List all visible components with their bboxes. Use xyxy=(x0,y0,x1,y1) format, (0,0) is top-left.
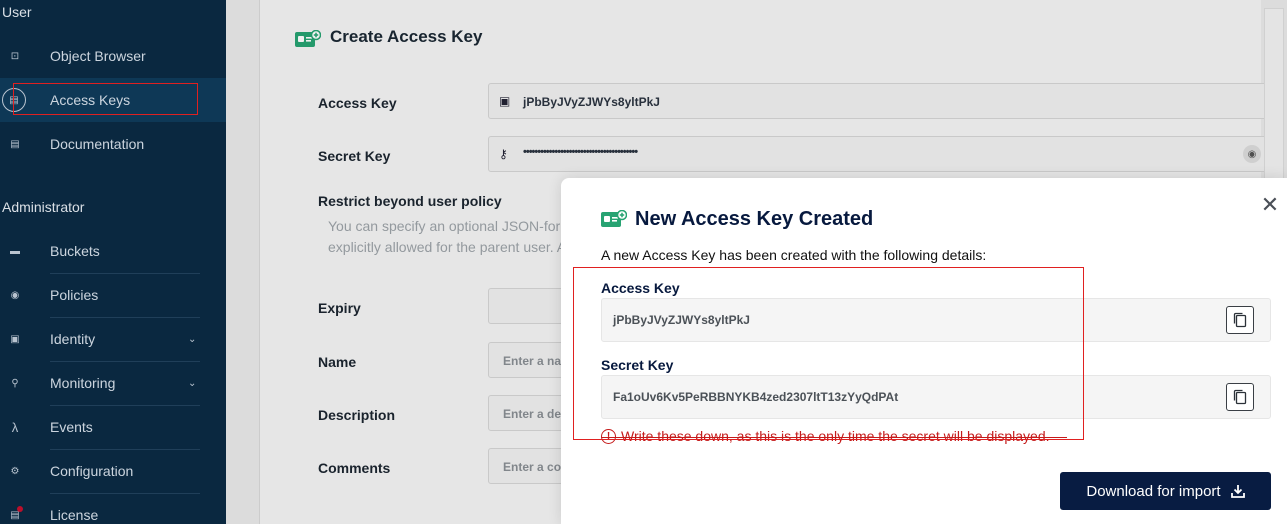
close-icon[interactable]: ✕ xyxy=(1259,194,1281,216)
copy-icon xyxy=(1233,312,1247,328)
access-key-value[interactable]: jPbByJVyZJWYs8yltPkJ xyxy=(613,313,750,327)
access-key-label: Access Key xyxy=(601,280,680,296)
warning-message: ! Write these down, as this is the only … xyxy=(601,428,1050,444)
copy-access-key-button[interactable] xyxy=(1226,306,1254,334)
access-key-icon xyxy=(601,210,627,227)
secret-key-value[interactable]: Fa1oUv6Kv5PeRBBNYKB4zed2307ltT13zYyQdPAt xyxy=(613,390,898,404)
download-label: Download for import xyxy=(1086,482,1221,500)
new-access-key-modal: New Access Key Created ✕ A new Access Ke… xyxy=(561,178,1287,524)
warning-icon: ! xyxy=(601,428,616,444)
modal-description: A new Access Key has been created with t… xyxy=(601,247,987,263)
strikethrough-line xyxy=(601,437,1067,438)
download-icon xyxy=(1230,485,1245,498)
secret-key-label: Secret Key xyxy=(601,357,674,373)
warning-text: Write these down, as this is the only ti… xyxy=(621,428,1050,444)
secret-key-box: Fa1oUv6Kv5PeRBBNYKB4zed2307ltT13zYyQdPAt xyxy=(601,375,1271,419)
copy-icon xyxy=(1233,389,1247,405)
copy-secret-key-button[interactable] xyxy=(1226,383,1254,411)
download-for-import-button[interactable]: Download for import xyxy=(1060,472,1271,510)
modal-title: New Access Key Created xyxy=(635,208,874,230)
access-key-box: jPbByJVyZJWYs8yltPkJ xyxy=(601,298,1271,342)
